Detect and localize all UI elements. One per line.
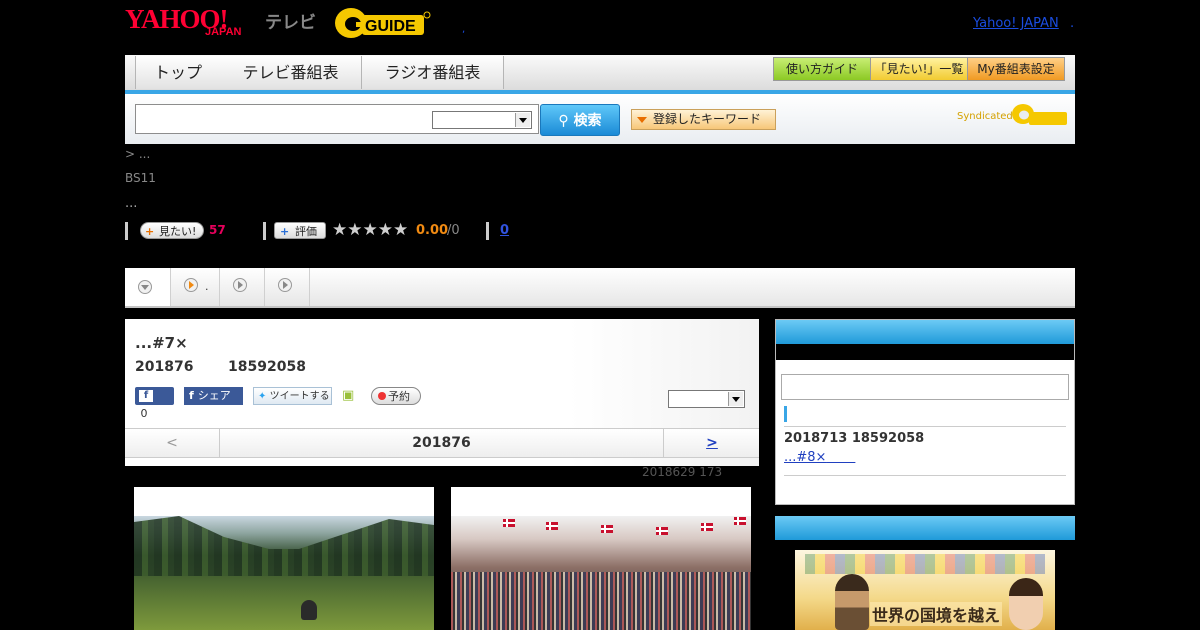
tab-reviews[interactable] — [265, 268, 310, 306]
play-icon — [233, 278, 247, 292]
chevron-down-icon — [728, 392, 743, 406]
search-button[interactable]: ⚲ 検索 — [540, 104, 620, 136]
how-to-guide-button[interactable]: 使い方ガイド — [773, 57, 871, 81]
gguide-logo-text: GUIDE — [365, 18, 416, 35]
registered-keywords-label: 登録したキーワード — [653, 112, 762, 126]
presenter-image — [1009, 578, 1043, 630]
triangle-down-icon — [637, 116, 647, 123]
program-panel: ...#7× 201876 18592058 f0 f シェア ✦ ツイートする … — [125, 319, 759, 466]
registered-keywords-button[interactable]: 登録したキーワード — [631, 109, 776, 130]
previous-date-button[interactable]: < — [125, 429, 220, 457]
divider-bar — [125, 222, 128, 240]
world-flags-image — [805, 554, 1045, 574]
next-episode-search-input[interactable] — [781, 374, 1069, 400]
tab-related[interactable] — [220, 268, 265, 306]
divider — [784, 426, 1066, 427]
program-thumbnail-forest[interactable] — [134, 487, 434, 630]
reserve-label: 予約 — [388, 390, 410, 403]
next-episode-date: 2018713 18592058 — [784, 431, 925, 446]
yahoo-japan-link[interactable]: Yahoo! JAPAN — [973, 16, 1059, 31]
twitter-bird-icon: ✦ — [258, 391, 267, 402]
record-dot-icon — [378, 392, 386, 400]
norway-flag-icon — [734, 517, 746, 525]
chevron-down-icon — [138, 280, 152, 294]
hiker-image — [301, 600, 317, 620]
next-date-button[interactable]: > — [663, 429, 760, 457]
header-dot: , — [462, 24, 466, 35]
facebook-like-count: 0 — [135, 406, 153, 422]
facebook-like-button[interactable]: f0 — [135, 387, 174, 422]
current-date: 201876 — [412, 435, 471, 451]
program-date: 201876 — [135, 359, 194, 375]
station-name: BS11 — [125, 171, 156, 185]
next-episode-header — [776, 320, 1074, 344]
syndicated-label: Syndicated — [957, 111, 1013, 122]
facebook-icon: f — [189, 389, 194, 402]
search-category-select[interactable] — [432, 111, 532, 129]
norway-flag-icon — [601, 525, 613, 533]
mixi-check-icon[interactable]: ▣ — [342, 387, 358, 405]
presenter-image — [835, 574, 869, 630]
tweet-button[interactable]: ✦ ツイートする — [253, 387, 332, 405]
mitai-count: 57 — [209, 223, 226, 237]
rating-stars-icon: ★★★★★ — [332, 220, 409, 240]
chevron-down-icon — [515, 113, 530, 127]
norway-flag-icon — [701, 523, 713, 531]
nav-tab-tv-schedule[interactable]: テレビ番組表 — [220, 56, 362, 89]
search-icon: ⚲ — [558, 113, 569, 129]
norway-flag-icon — [503, 519, 515, 527]
program-meta: ... — [125, 196, 138, 211]
tab-dot: . — [205, 280, 209, 293]
review-count-link[interactable]: 0 — [500, 223, 509, 238]
facebook-icon: f — [139, 390, 153, 402]
norway-flag-icon — [656, 527, 668, 535]
featured-header — [775, 516, 1075, 540]
crowd-image — [451, 572, 751, 630]
featured-program-banner[interactable]: 世界の国境を越え — [795, 550, 1055, 630]
program-title: ...#7× — [135, 334, 188, 352]
rate-button[interactable]: 評価 — [274, 222, 326, 240]
program-thumbnail-parade[interactable] — [451, 487, 751, 630]
facebook-share-button[interactable]: f シェア — [184, 387, 243, 405]
tweet-label: ツイートする — [269, 391, 330, 402]
next-episode-link-text: ...#8× — [784, 450, 827, 465]
date-navigation: < 201876 > — [125, 428, 759, 458]
gguide-logo-icon[interactable]: GUIDE — [334, 6, 432, 40]
facebook-share-label: シェア — [197, 389, 231, 402]
my-schedule-settings-button[interactable]: My番組表設定 — [967, 57, 1065, 81]
section-marker — [784, 406, 787, 422]
play-icon — [184, 278, 198, 292]
rating-score: 0.00 — [416, 223, 449, 238]
next-episode-subheader — [776, 344, 1074, 360]
nav-tab-top[interactable]: トップ — [135, 56, 221, 89]
search-bar: ⚲ 検索 登録したキーワード Syndicated — [125, 94, 1075, 144]
updated-timestamp: 2018629 173 — [642, 465, 723, 479]
divider-bar — [486, 222, 489, 240]
tv-logo-label[interactable]: テレビ — [265, 8, 316, 33]
rating-total: /0 — [447, 223, 460, 238]
next-episode-link[interactable]: ...#8× — [784, 450, 855, 465]
nav-tab-radio-schedule[interactable]: ラジオ番組表 — [362, 56, 504, 89]
reserve-button[interactable]: 予約 — [371, 387, 421, 405]
program-time: 18592058 — [228, 359, 306, 375]
gguide-small-logo-icon — [1012, 104, 1067, 125]
tab-detail[interactable] — [125, 268, 171, 306]
header-link-dot: . — [1070, 16, 1075, 31]
banner-title-image: 世界の国境を越え — [870, 602, 1003, 626]
mitai-button[interactable]: 見たい! — [140, 222, 204, 240]
divider-bar — [263, 222, 266, 240]
mitai-list-button[interactable]: 「見たい!」一覧 — [870, 57, 968, 81]
norway-flag-icon — [546, 522, 558, 530]
breadcrumb[interactable]: > ... — [125, 147, 150, 161]
program-tab-strip — [125, 268, 1075, 308]
search-button-label: 検索 — [573, 113, 602, 129]
play-icon — [278, 278, 292, 292]
yahoo-japan-logo-text: JAPAN — [205, 26, 242, 38]
tab-cast[interactable] — [171, 268, 220, 306]
global-nav: トップ テレビ番組表 ラジオ番組表 使い方ガイド 「見たい!」一覧 My番組表設… — [125, 55, 1075, 94]
divider — [784, 475, 1066, 476]
next-episode-panel: 2018713 18592058 ...#8× — [775, 319, 1075, 505]
calendar-select[interactable] — [668, 390, 745, 408]
